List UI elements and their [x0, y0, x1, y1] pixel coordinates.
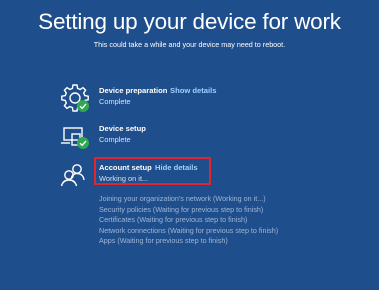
people-icon: [60, 163, 86, 187]
page-subtitle: This could take a while and your device …: [93, 40, 286, 49]
step-name-device-preparation: Device preparation: [99, 86, 168, 95]
details-list: Joining your organization's network (Wor…: [99, 194, 299, 247]
check-badge-icon: [77, 99, 89, 112]
show-details-link[interactable]: Show details: [170, 86, 216, 95]
step-status-device-setup: Complete: [99, 135, 131, 144]
detail-item: Apps (Waiting for previous step to finis…: [99, 236, 228, 246]
highlight-box: [94, 157, 211, 185]
detail-item: Network connections (Waiting for previou…: [99, 225, 279, 235]
page-title: Setting up your device for work: [38, 9, 341, 34]
detail-item: Security policies (Waiting for previous …: [99, 204, 264, 214]
detail-item: Joining your organization's network (Wor…: [99, 194, 266, 203]
step-status-device-preparation: Complete: [99, 97, 131, 106]
step-name-device-setup: Device setup: [99, 124, 146, 133]
check-badge-icon: [77, 136, 89, 149]
detail-item: Certificates (Waiting for previous step …: [99, 215, 248, 225]
